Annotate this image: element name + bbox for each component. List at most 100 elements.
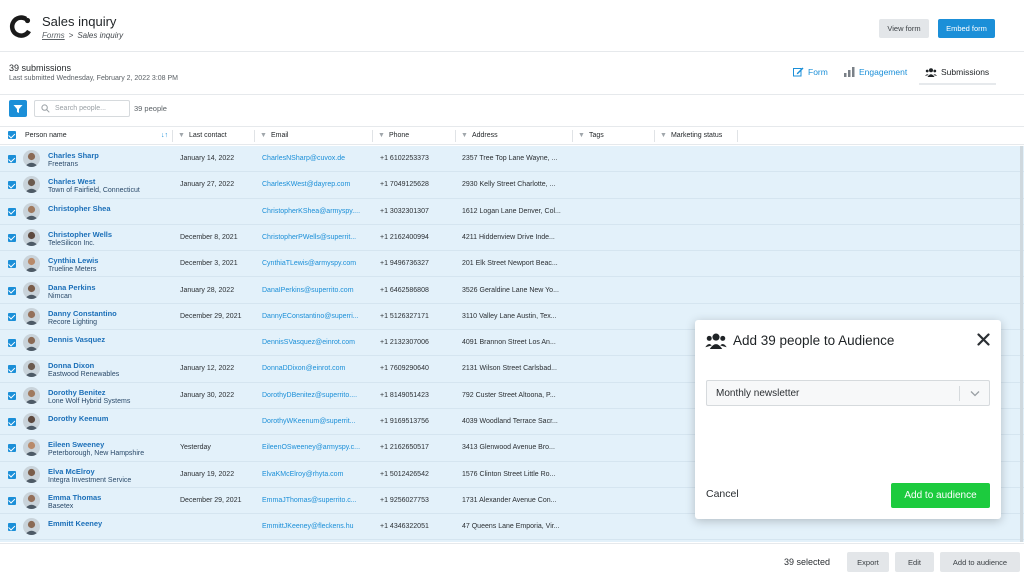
row-checkbox[interactable]: [8, 339, 16, 348]
row-checkbox[interactable]: [8, 470, 16, 479]
table-row[interactable]: Christopher Wells TeleSilicon Inc. Decembe…: [0, 225, 1024, 252]
avatar: [23, 255, 40, 273]
row-checkbox[interactable]: [8, 286, 16, 295]
email-cell[interactable]: DorothyWKeenum@superrit...: [262, 418, 355, 425]
cancel-button[interactable]: Cancel: [706, 488, 739, 500]
email-cell[interactable]: ChristopherKShea@armyspy....: [262, 208, 360, 215]
table-row[interactable]: Charles Sharp Freetrans January 14, 2022 Ch…: [0, 146, 1024, 173]
embed-form-button[interactable]: Embed form: [938, 19, 995, 38]
submission-count: 39 submissions: [9, 63, 72, 73]
person-name-link[interactable]: Dorothy Keenum: [48, 414, 108, 423]
row-checkbox[interactable]: [8, 233, 16, 242]
person-name-link[interactable]: Emma Thomas: [48, 493, 101, 502]
email-cell[interactable]: EmmittJKeeney@fleckens.hu: [262, 523, 354, 530]
column-filter-icon[interactable]: ▼: [178, 127, 185, 144]
close-icon[interactable]: [977, 333, 990, 346]
row-checkbox[interactable]: [8, 418, 16, 426]
last-contact-cell: January 12, 2022: [180, 365, 235, 373]
column-email[interactable]: ▼ Email: [260, 127, 288, 144]
table-row[interactable]: Charles West Town of Fairfield, Connectic…: [0, 172, 1024, 199]
row-checkbox[interactable]: [8, 365, 16, 374]
phone-cell: +1 5126327171: [380, 312, 429, 320]
column-person-name[interactable]: Person name: [25, 127, 67, 144]
column-filter-icon[interactable]: ▼: [660, 127, 667, 144]
address-cell: 4039 Woodland Terrace Sacr...: [462, 418, 558, 425]
row-checkbox[interactable]: [8, 207, 16, 216]
email-cell[interactable]: DorothyDBenitez@superrito....: [262, 392, 357, 399]
email-cell[interactable]: CharlesKWest@dayrep.com: [262, 181, 350, 188]
column-filter-icon[interactable]: ▼: [578, 127, 585, 144]
row-checkbox[interactable]: [8, 155, 16, 163]
person-name-link[interactable]: Cynthia Lewis: [48, 256, 98, 265]
address-cell: 4211 Hiddenview Drive Inde...: [462, 233, 555, 241]
column-filter-icon[interactable]: ▼: [461, 127, 468, 144]
column-tags[interactable]: ▼ Tags: [578, 127, 604, 144]
person-name-link[interactable]: Eileen Sweeney: [48, 440, 104, 449]
email-cell[interactable]: EileenOSweeney@armyspy.c...: [262, 444, 360, 451]
avatar: [23, 518, 40, 536]
dialog-title: Add 39 people to Audience: [733, 333, 895, 348]
person-organization: Lone Wolf Hybrid Systems: [48, 397, 131, 405]
chevron-down-icon[interactable]: [969, 387, 981, 399]
column-divider: [455, 130, 456, 142]
row-checkbox[interactable]: [8, 523, 16, 532]
confirm-add-to-audience-button[interactable]: Add to audience: [891, 483, 990, 508]
search-input[interactable]: Search people...: [34, 100, 130, 117]
person-name-link[interactable]: Charles Sharp: [48, 151, 99, 160]
tab-submissions-label: Submissions: [941, 67, 990, 77]
column-address[interactable]: ▼ Address: [461, 127, 498, 144]
person-name-link[interactable]: Emmitt Keeney: [48, 519, 102, 528]
person-name-link[interactable]: Dana Perkins: [48, 283, 96, 292]
email-cell[interactable]: DanaIPerkins@superrito.com: [262, 287, 354, 294]
person-name-link[interactable]: Donna Dixon: [48, 361, 94, 370]
filter-button[interactable]: [9, 100, 27, 117]
person-name-link[interactable]: Elva McElroy: [48, 467, 95, 476]
email-cell[interactable]: ChristopherPWells@superrit...: [262, 234, 356, 241]
person-name-link[interactable]: Christopher Wells: [48, 230, 112, 239]
email-cell[interactable]: DonnaDDixon@einrot.com: [262, 365, 345, 372]
email-cell[interactable]: DennisSVasquez@einrot.com: [262, 339, 355, 346]
tab-submissions[interactable]: Submissions: [925, 67, 989, 77]
column-marketing-status[interactable]: ▼ Marketing status: [660, 127, 722, 144]
bar-chart-icon: [844, 67, 855, 77]
email-cell[interactable]: DannyEConstantino@superri...: [262, 313, 359, 320]
column-last-contact[interactable]: ▼ Last contact: [178, 127, 227, 144]
avatar: [23, 386, 40, 404]
address-cell: 201 Elk Street Newport Beac...: [462, 260, 558, 268]
breadcrumb-current: Sales inquiry: [77, 31, 124, 40]
row-checkbox[interactable]: [8, 444, 16, 453]
row-checkbox[interactable]: [8, 260, 16, 269]
audience-select[interactable]: Monthly newsletter: [706, 380, 990, 406]
email-cell[interactable]: CynthiaTLewis@armyspy.com: [262, 260, 356, 267]
email-cell[interactable]: CharlesNSharp@cuvox.de: [262, 155, 345, 162]
row-checkbox[interactable]: [8, 496, 16, 505]
table-row[interactable]: Cynthia Lewis Trueline Meters December 3, …: [0, 251, 1024, 278]
person-name-link[interactable]: Danny Constantino: [48, 309, 117, 318]
person-name-link[interactable]: Charles West: [48, 177, 95, 186]
person-name-link[interactable]: Dorothy Benitez: [48, 388, 106, 397]
view-form-button[interactable]: View form: [879, 19, 929, 38]
email-cell[interactable]: ElvaKMcElroy@rhyta.com: [262, 471, 343, 478]
tab-form[interactable]: Form: [793, 67, 828, 77]
table-row[interactable]: Dana Perkins Nimcan January 28, 2022 DanaIP…: [0, 278, 1024, 304]
add-to-audience-button[interactable]: Add to audience: [940, 552, 1020, 572]
audience-select-value: Monthly newsletter: [716, 388, 800, 399]
table-row[interactable]: Christopher Shea ChristopherKShea@armyspy…: [0, 199, 1024, 225]
address-cell: 2131 Wilson Street Carlsbad...: [462, 365, 557, 373]
email-cell[interactable]: EmmaJThomas@superrito.c...: [262, 497, 357, 504]
column-filter-icon[interactable]: ▼: [260, 127, 267, 144]
edit-button[interactable]: Edit: [895, 552, 934, 572]
column-filter-icon[interactable]: ▼: [378, 127, 385, 144]
sort-icon[interactable]: ↓↑: [161, 127, 168, 144]
person-name-link[interactable]: Christopher Shea: [48, 204, 111, 213]
row-checkbox[interactable]: [8, 391, 16, 400]
person-name-link[interactable]: Dennis Vasquez: [48, 335, 105, 344]
breadcrumb-forms-link[interactable]: Forms: [42, 31, 65, 40]
row-checkbox[interactable]: [8, 181, 16, 190]
table-scrollbar[interactable]: [1020, 146, 1023, 542]
column-phone[interactable]: ▼ Phone: [378, 127, 409, 144]
tab-engagement[interactable]: Engagement: [844, 67, 907, 77]
row-checkbox[interactable]: [8, 312, 16, 321]
export-button[interactable]: Export: [847, 552, 889, 572]
select-all-checkbox[interactable]: [8, 131, 16, 139]
